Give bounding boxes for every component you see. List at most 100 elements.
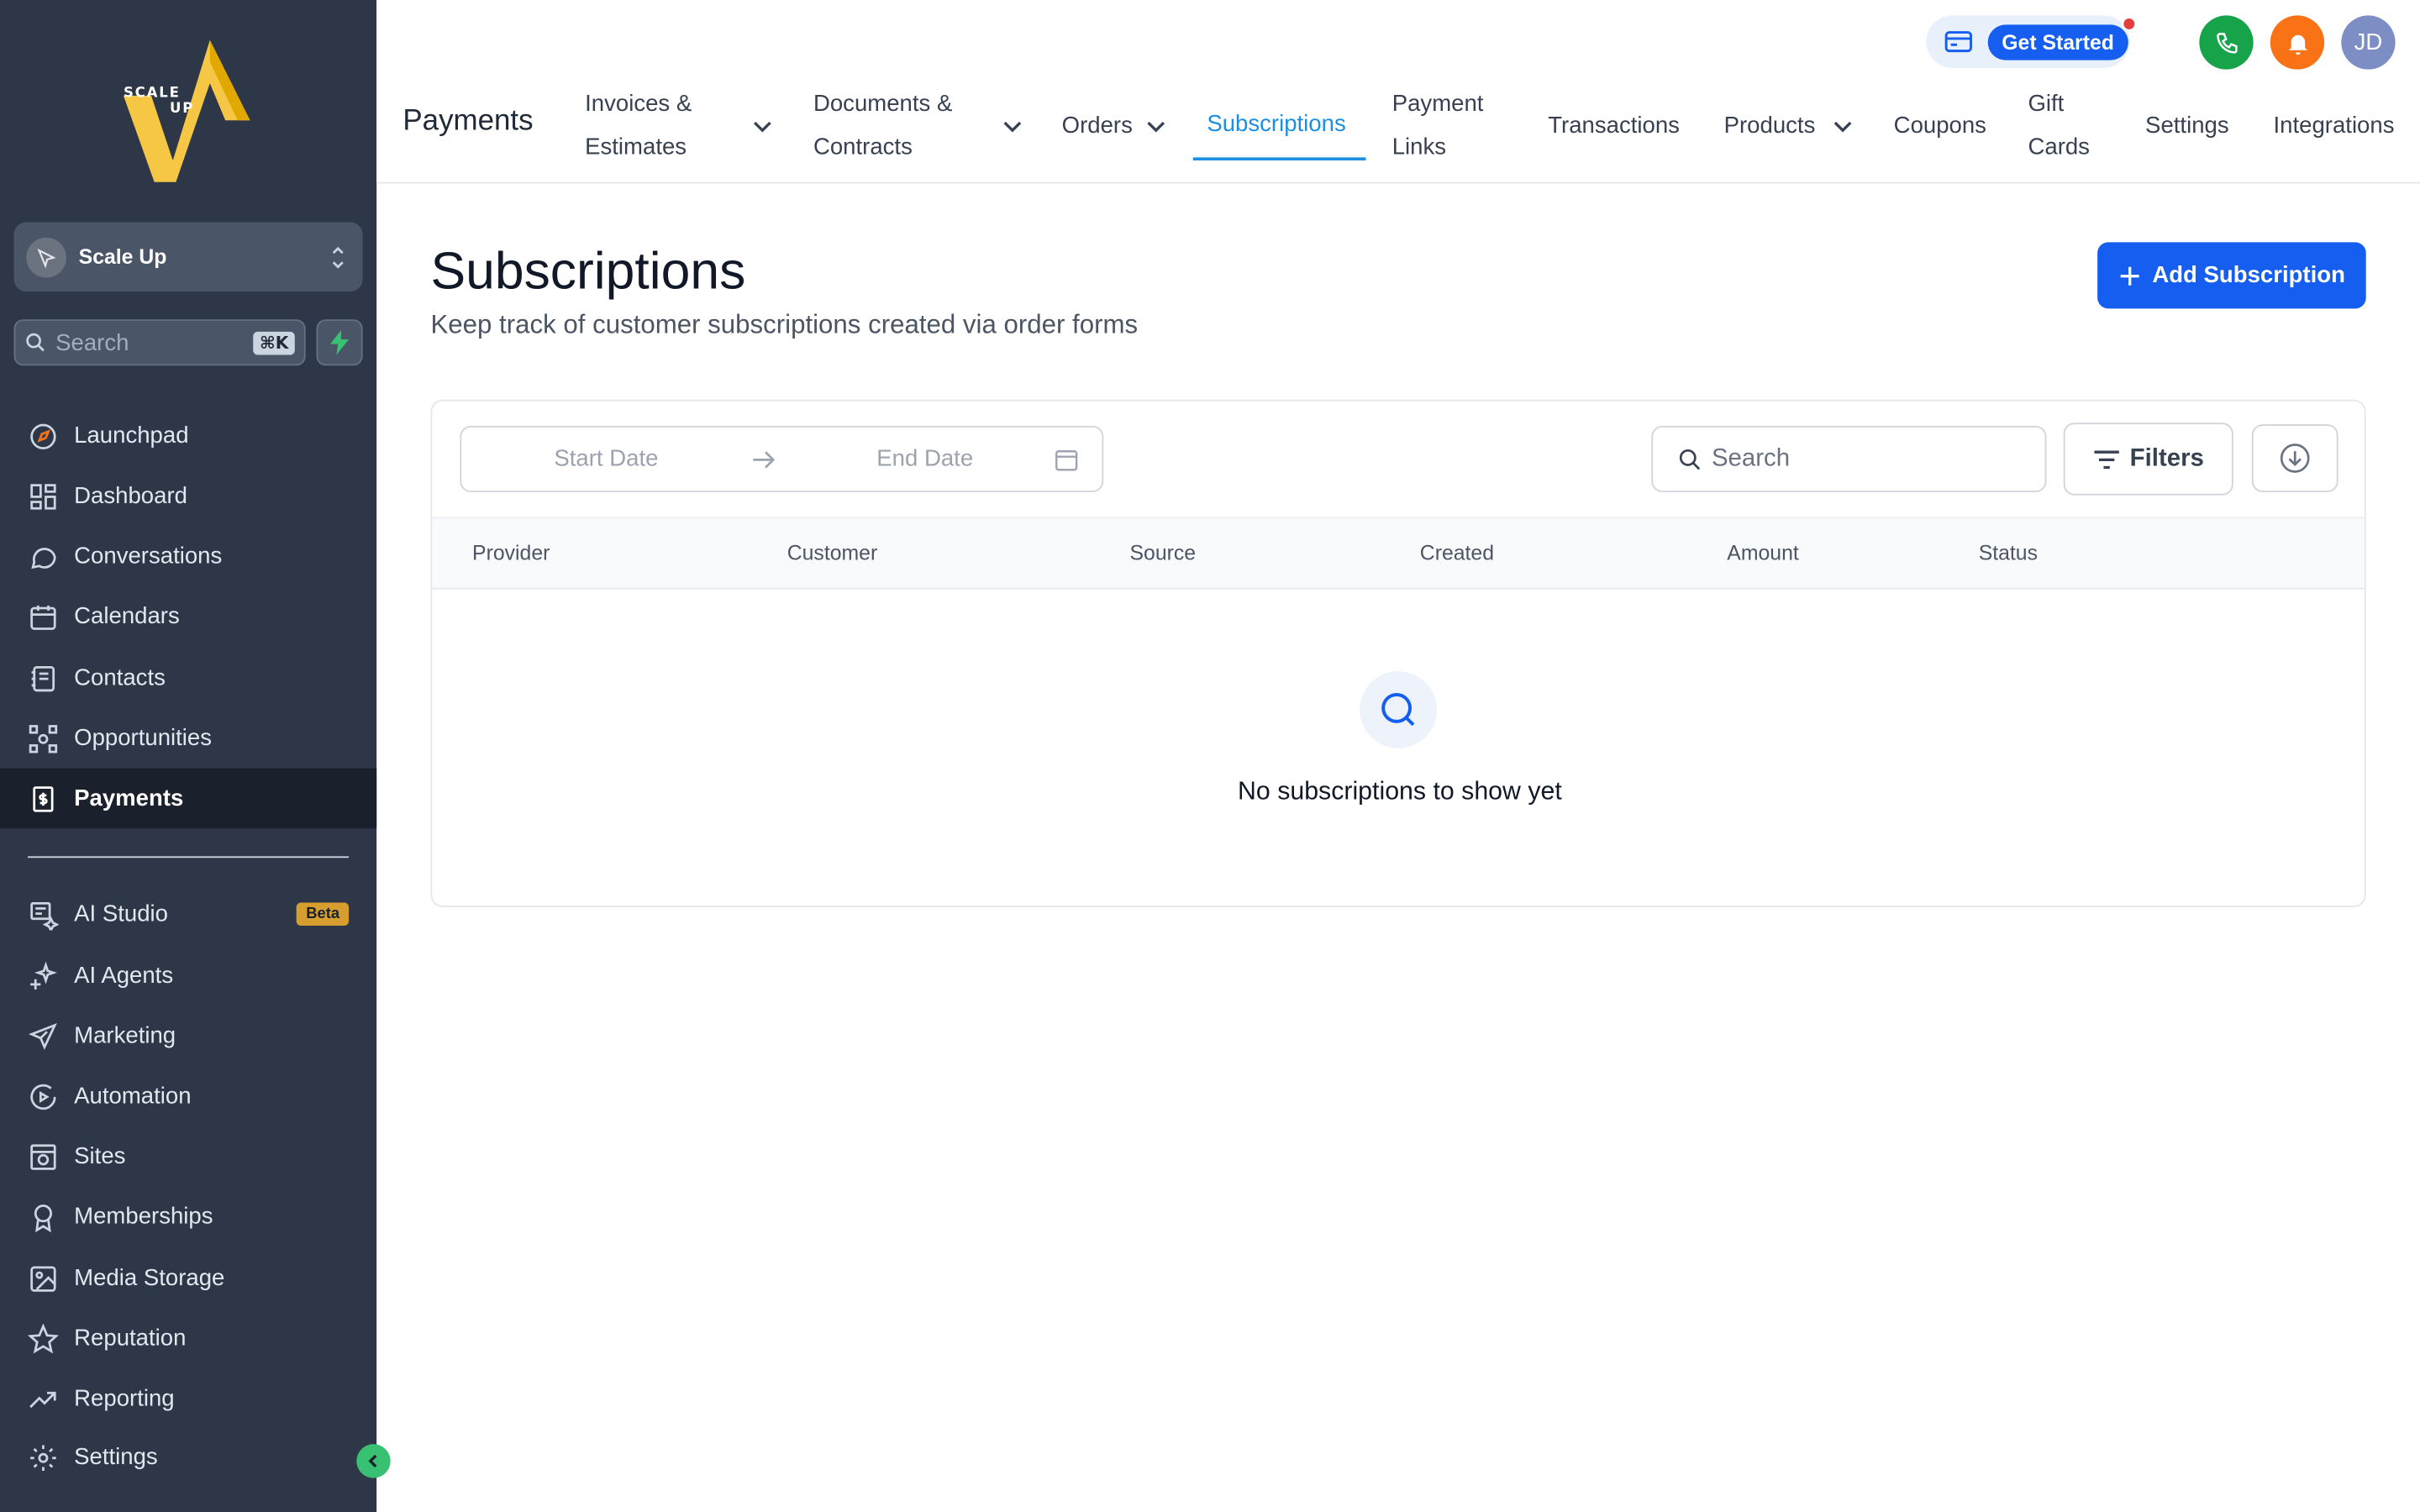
chevron-down-icon[interactable] bbox=[1002, 116, 1023, 138]
date-range-picker[interactable]: Start Date End Date bbox=[460, 425, 1104, 492]
badge-icon bbox=[28, 1201, 59, 1232]
get-started-label: Get Started bbox=[1987, 16, 2136, 60]
rocket-icon bbox=[28, 421, 59, 452]
section-title: Payments bbox=[402, 104, 534, 138]
tab-payment-links[interactable]: Payment Links bbox=[1392, 83, 1484, 170]
beta-badge: Beta bbox=[297, 902, 350, 927]
filters-button[interactable]: Filters bbox=[2063, 423, 2233, 496]
tab-label-line: Invoices & bbox=[585, 91, 692, 118]
opportunities-icon bbox=[28, 723, 59, 754]
filter-icon bbox=[2094, 449, 2119, 469]
page-title: Subscriptions bbox=[430, 242, 746, 302]
logo-text-top: SCALE bbox=[123, 86, 181, 102]
tab-transactions[interactable]: Transactions bbox=[1548, 105, 1680, 148]
tab-coupons[interactable]: Coupons bbox=[1894, 105, 1986, 148]
column-header-status[interactable]: Status bbox=[1979, 542, 2038, 565]
automation-icon bbox=[28, 1081, 59, 1112]
star-icon bbox=[28, 1323, 59, 1354]
phone-button[interactable] bbox=[2199, 15, 2254, 70]
column-header-provider[interactable]: Provider bbox=[472, 542, 550, 565]
chat-icon bbox=[28, 541, 59, 572]
sidebar-divider bbox=[28, 856, 350, 858]
download-button[interactable] bbox=[2251, 424, 2338, 492]
sidebar-item-reporting[interactable]: Reporting bbox=[0, 1368, 376, 1429]
column-header-source[interactable]: Source bbox=[1129, 542, 1196, 565]
table-header: Provider Customer Source Created Amount … bbox=[432, 517, 2365, 590]
tab-settings[interactable]: Settings bbox=[2145, 105, 2229, 148]
tab-label-line: Gift bbox=[2028, 91, 2065, 118]
bell-icon bbox=[2287, 34, 2307, 55]
bolt-icon bbox=[330, 330, 350, 355]
empty-state-message: No subscriptions to show yet bbox=[1238, 777, 1562, 806]
sidebar-item-label: Settings bbox=[74, 1444, 158, 1471]
chevron-down-icon[interactable] bbox=[751, 116, 773, 138]
sidebar-item-ai-studio[interactable]: AI Studio Beta bbox=[0, 884, 376, 944]
sidebar-item-label: Automation bbox=[74, 1083, 192, 1110]
card-icon bbox=[1944, 31, 1972, 53]
sidebar-item-conversations[interactable]: Conversations bbox=[0, 526, 376, 586]
notifications-button[interactable] bbox=[2270, 15, 2325, 70]
sidebar-item-contacts[interactable]: Contacts bbox=[0, 648, 376, 708]
sidebar-item-settings[interactable]: Settings bbox=[0, 1427, 376, 1488]
account-name: Scale Up bbox=[78, 245, 167, 269]
search-placeholder: Search bbox=[1711, 444, 1791, 472]
tab-label-line: Cards bbox=[2028, 134, 2090, 161]
chevron-down-icon[interactable] bbox=[1145, 116, 1167, 138]
add-subscription-button[interactable]: Add Subscription bbox=[2097, 242, 2366, 309]
tab-orders[interactable]: Orders bbox=[1062, 105, 1133, 148]
arrow-right-icon bbox=[753, 451, 776, 469]
sidebar-item-launchpad[interactable]: Launchpad bbox=[0, 406, 376, 466]
start-date-placeholder: Start Date bbox=[554, 445, 659, 473]
tab-gift-cards[interactable]: Gift Cards bbox=[2028, 83, 2089, 170]
sidebar-item-label: Reporting bbox=[74, 1385, 175, 1412]
sidebar-item-memberships[interactable]: Memberships bbox=[0, 1186, 376, 1247]
filters-label: Filters bbox=[2129, 444, 2204, 472]
sidebar-item-reputation[interactable]: Reputation bbox=[0, 1309, 376, 1369]
chevron-down-icon[interactable] bbox=[1832, 116, 1854, 138]
tab-products[interactable]: Products bbox=[1724, 105, 1816, 148]
collapse-sidebar-button[interactable] bbox=[356, 1444, 391, 1478]
sidebar-item-label: Opportunities bbox=[74, 725, 213, 752]
sidebar-item-opportunities[interactable]: Opportunities bbox=[0, 708, 376, 769]
calendar-icon bbox=[28, 601, 59, 632]
column-header-created[interactable]: Created bbox=[1420, 542, 1494, 565]
sidebar-search-placeholder: Search bbox=[55, 329, 129, 356]
user-avatar[interactable]: JD bbox=[2341, 15, 2396, 70]
tab-documents-contracts[interactable]: Documents & Contracts bbox=[813, 83, 952, 170]
sidebar: SCALE UP Scale Up Search ⌘K Launchpad Da… bbox=[0, 0, 377, 1512]
scale-up-logo[interactable]: SCALE UP bbox=[118, 34, 256, 188]
sidebar-item-label: Sites bbox=[74, 1143, 126, 1170]
empty-state-search-icon bbox=[1360, 670, 1437, 748]
subscriptions-search-input[interactable]: Search bbox=[1651, 425, 2047, 492]
sidebar-item-label: AI Studio bbox=[74, 900, 168, 927]
tab-subscriptions[interactable]: Subscriptions bbox=[1207, 103, 1345, 146]
sidebar-item-label: Contacts bbox=[74, 664, 166, 691]
account-switcher[interactable]: Scale Up bbox=[13, 222, 363, 292]
tab-invoices-estimates[interactable]: Invoices & Estimates bbox=[585, 83, 692, 170]
end-date-placeholder: End Date bbox=[876, 445, 974, 473]
page-subtitle: Keep track of customer subscriptions cre… bbox=[430, 310, 1139, 340]
tab-label-line: Documents & bbox=[813, 91, 953, 118]
quick-actions-button[interactable] bbox=[316, 319, 363, 366]
column-header-customer[interactable]: Customer bbox=[787, 542, 877, 565]
active-tab-indicator bbox=[1192, 157, 1366, 161]
sidebar-item-marketing[interactable]: Marketing bbox=[0, 1006, 376, 1067]
sidebar-item-automation[interactable]: Automation bbox=[0, 1066, 376, 1126]
sidebar-item-calendars[interactable]: Calendars bbox=[0, 586, 376, 647]
get-started-text: Get Started bbox=[2002, 29, 2114, 54]
sidebar-item-sites[interactable]: Sites bbox=[0, 1126, 376, 1187]
sidebar-search[interactable]: Search ⌘K bbox=[13, 319, 306, 366]
sidebar-item-media-storage[interactable]: Media Storage bbox=[0, 1248, 376, 1309]
sidebar-item-payments[interactable]: Payments bbox=[0, 768, 377, 829]
column-header-amount[interactable]: Amount bbox=[1727, 542, 1798, 565]
sidebar-item-dashboard[interactable]: Dashboard bbox=[0, 466, 376, 527]
sidebar-item-label: Dashboard bbox=[74, 482, 187, 510]
notification-dot bbox=[2122, 16, 2136, 30]
sparkle-icon bbox=[28, 960, 59, 991]
get-started-button[interactable]: Get Started bbox=[1926, 15, 2136, 68]
sidebar-item-ai-agents[interactable]: AI Agents bbox=[0, 946, 376, 1006]
tab-integrations[interactable]: Integrations bbox=[2274, 105, 2395, 148]
dashboard-icon bbox=[28, 480, 59, 512]
add-subscription-label: Add Subscription bbox=[2152, 262, 2345, 289]
image-icon bbox=[28, 1263, 59, 1294]
